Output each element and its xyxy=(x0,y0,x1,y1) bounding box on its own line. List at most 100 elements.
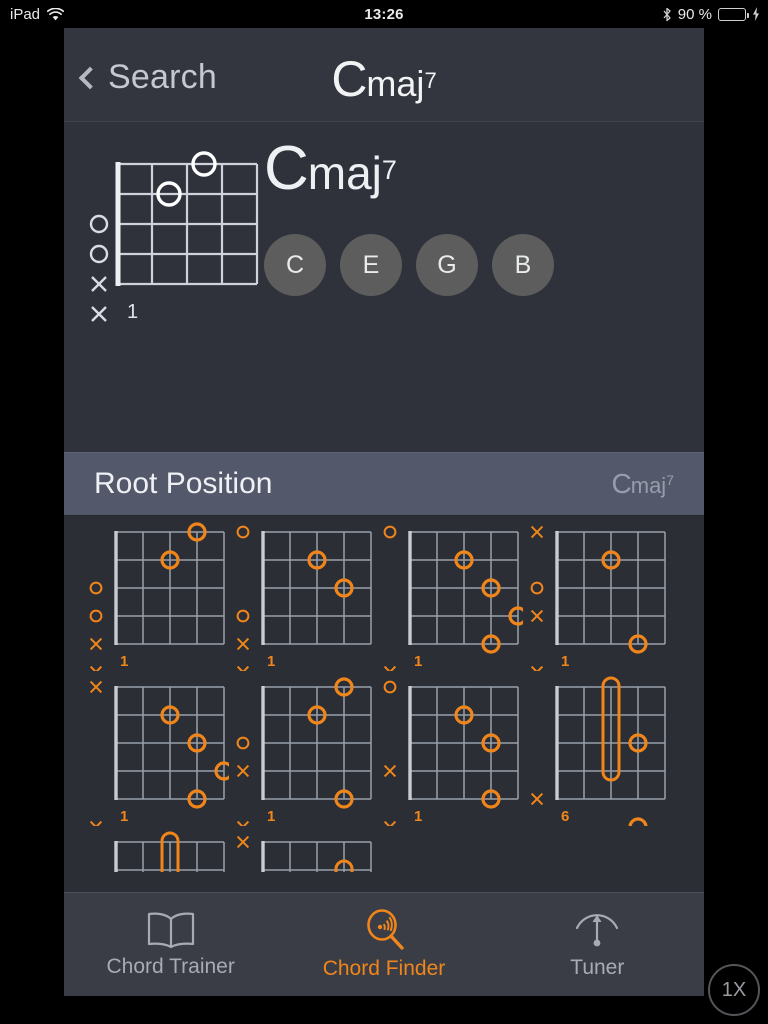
section-header: Root Position Cmaj7 xyxy=(64,452,704,516)
voicing-cell[interactable]: 1 xyxy=(376,671,523,834)
status-bar-time: 13:26 xyxy=(364,5,404,23)
note-pill-g[interactable]: G xyxy=(416,234,478,296)
title-quality: maj xyxy=(366,63,425,104)
lightning-bolt-icon xyxy=(753,7,759,21)
section-root: C xyxy=(611,468,632,499)
start-fret-label: 1 xyxy=(414,808,422,825)
note-pill-list: C E G B xyxy=(264,234,554,296)
scale-badge[interactable]: 1X xyxy=(708,964,760,1016)
chord-diagram-svg xyxy=(114,831,225,894)
section-quality: maj xyxy=(630,473,667,498)
status-bar: iPad 13:26 90 % xyxy=(0,0,768,28)
hero-chord-diagram[interactable]: 1 xyxy=(84,142,274,337)
chord-diagram-svg: 1 xyxy=(236,677,372,834)
muted-string-marker xyxy=(89,680,103,694)
hero-info: Cmaj7 C E G B xyxy=(264,138,554,296)
battery-percent-label: 90 % xyxy=(677,5,712,23)
muted-string-marker xyxy=(236,835,250,849)
nav-bar: Search Cmaj7 xyxy=(64,28,704,122)
section-title: Root Position xyxy=(94,467,273,500)
muted-string-marker xyxy=(530,525,544,539)
chord-diagram-svg: 1 xyxy=(89,522,225,679)
voicing-cell[interactable]: 1 xyxy=(229,516,376,679)
chord-diagram-svg: 1 xyxy=(383,680,519,834)
open-string-marker xyxy=(236,609,250,623)
section-chord-label: Cmaj7 xyxy=(612,468,674,500)
muted-string-marker xyxy=(383,820,397,834)
muted-string-marker xyxy=(236,637,250,651)
muted-string-marker xyxy=(530,609,544,623)
hero-start-fret: 1 xyxy=(127,301,138,323)
open-string-marker xyxy=(89,581,103,595)
voicing-cell[interactable] xyxy=(82,826,229,894)
fret-dot xyxy=(628,817,648,837)
voicing-row-3-partial xyxy=(64,826,704,894)
voicing-cell[interactable]: 6 xyxy=(523,671,670,837)
voicing-cell[interactable]: 1 xyxy=(229,671,376,834)
start-fret-label: 1 xyxy=(267,653,275,670)
hero-diagram-svg: 1 xyxy=(89,151,259,323)
note-pill-c[interactable]: C xyxy=(264,234,326,296)
start-fret-label: 1 xyxy=(561,653,569,670)
tab-label: Chord Finder xyxy=(322,956,446,980)
chord-diagram-svg: 1 xyxy=(236,525,372,679)
voicing-cell[interactable]: 1 xyxy=(82,516,229,679)
title-root: C xyxy=(331,51,367,107)
battery-icon xyxy=(718,7,749,21)
voicing-grid[interactable]: 1 1 1 1 1 1 1 6 xyxy=(64,516,704,894)
note-pill-b[interactable]: B xyxy=(492,234,554,296)
open-string-marker xyxy=(236,525,250,539)
open-string-marker xyxy=(530,581,544,595)
muted-string-marker xyxy=(383,764,397,778)
chord-diagram-svg xyxy=(236,835,372,894)
tab-label: Tuner xyxy=(570,955,625,979)
tab-chord-finder[interactable]: Chord Finder xyxy=(277,893,490,996)
hero-root: C xyxy=(264,134,309,203)
voicing-row-2: 1 1 1 6 xyxy=(64,671,704,837)
hero-open-string-3 xyxy=(89,214,109,234)
section-superscript: 7 xyxy=(666,471,674,488)
voicing-cell[interactable]: 1 xyxy=(376,516,528,679)
muted-string-marker xyxy=(530,792,544,806)
chord-diagram-svg: 1 xyxy=(383,525,528,679)
open-string-marker xyxy=(89,609,103,623)
start-fret-label: 1 xyxy=(120,808,128,825)
start-fret-label: 1 xyxy=(267,808,275,825)
hero-mute-string-6 xyxy=(91,306,107,322)
screen: iPad 13:26 90 % Search Cmaj7 1 Cmaj7 C E… xyxy=(0,0,768,1024)
status-bar-right: 90 % xyxy=(662,6,760,23)
start-fret-label: 1 xyxy=(414,653,422,670)
hero-chord-name: Cmaj7 xyxy=(264,138,554,200)
book-icon xyxy=(147,912,194,948)
voicing-cell[interactable] xyxy=(229,826,376,894)
title-superscript: 7 xyxy=(424,67,437,93)
hero-quality: maj xyxy=(307,147,382,199)
open-string-marker xyxy=(383,525,397,539)
hero-panel: 1 Cmaj7 C E G B xyxy=(64,122,704,452)
note-pill-e[interactable]: E xyxy=(340,234,402,296)
hero-open-string-4 xyxy=(89,244,109,264)
tab-chord-trainer[interactable]: Chord Trainer xyxy=(64,893,277,996)
voicing-cell[interactable]: 1 xyxy=(523,516,670,679)
tab-bar: Chord Trainer Chord Finder Tuner xyxy=(64,892,704,996)
tuner-needle-icon xyxy=(576,913,619,946)
chord-diagram-svg: 1 xyxy=(530,525,666,679)
open-string-marker xyxy=(383,680,397,694)
muted-string-marker xyxy=(236,764,250,778)
start-fret-label: 1 xyxy=(120,653,128,670)
voicing-row-1: 1 1 1 1 xyxy=(64,516,704,679)
bluetooth-icon xyxy=(663,7,671,21)
tab-tuner[interactable]: Tuner xyxy=(491,893,704,996)
magnifier-waves-icon xyxy=(367,908,404,950)
app-window: Search Cmaj7 1 Cmaj7 C E G B Root Positi… xyxy=(64,28,704,996)
voicing-cell[interactable]: 1 xyxy=(82,671,234,834)
chord-diagram-svg: 6 xyxy=(530,676,666,837)
open-string-marker xyxy=(236,736,250,750)
chord-diagram-svg: 1 xyxy=(89,680,234,834)
hero-superscript: 7 xyxy=(381,154,397,185)
hero-mute-string-5 xyxy=(91,276,107,292)
page-title: Cmaj7 xyxy=(64,50,704,108)
tab-label: Chord Trainer xyxy=(106,954,235,978)
muted-string-marker xyxy=(89,637,103,651)
start-fret-label: 6 xyxy=(561,808,569,825)
